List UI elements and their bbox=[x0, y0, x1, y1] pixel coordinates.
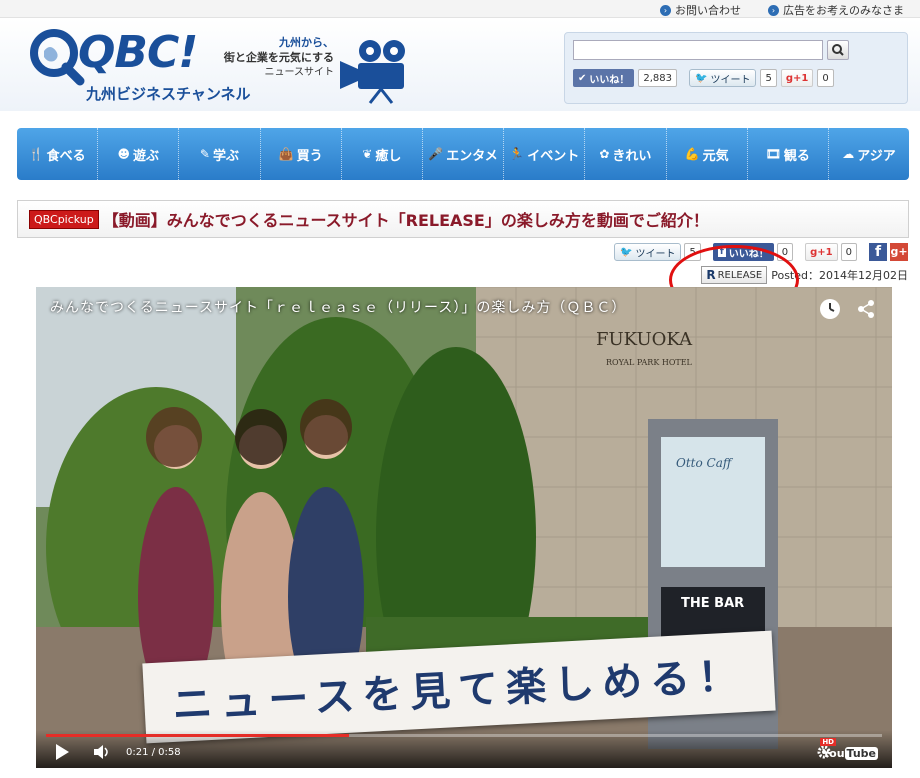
logo-text: QBC! bbox=[78, 27, 198, 78]
site-header: QBC! 九州ビジネスチャンネル 九州から、 街と企業を元気にする ニュースサイ… bbox=[0, 19, 920, 111]
main-nav: 🍴 食べる ☻ 遊ぶ ✎ 学ぶ 👜 買う ❦ 癒し 🎤 エンタメ 🏃 イベント ✿ きれい 💪 元気 🎞 観る ☁ アジア bbox=[17, 128, 909, 180]
nav-relax-label: 癒し bbox=[375, 148, 402, 164]
article-tweet-button[interactable]: 🐦 ツイート bbox=[614, 243, 682, 261]
nav-learn[interactable]: ✎ 学ぶ bbox=[179, 128, 261, 180]
nav-beauty-label: きれい bbox=[612, 148, 652, 164]
search-input[interactable] bbox=[573, 40, 823, 60]
tweet-button[interactable]: 🐦 ツイート bbox=[689, 69, 757, 87]
cafe-sign-text: Otto Caff bbox=[676, 456, 734, 470]
video-time: 0:21 / 0:58 bbox=[126, 747, 181, 758]
youtube-logo[interactable]: You Tube bbox=[822, 747, 878, 760]
nav-beauty[interactable]: ✿ きれい bbox=[585, 128, 667, 180]
nav-learn-icon: ✎ bbox=[199, 147, 210, 161]
nav-event-icon: 🏃 bbox=[509, 147, 525, 161]
nav-entertain-label: エンタメ bbox=[446, 148, 498, 164]
nav-buy-icon: 👜 bbox=[278, 147, 294, 161]
video-player[interactable]: FUKUOKA ROYAL PARK HOTEL Otto Caff THE B… bbox=[36, 287, 892, 768]
nav-event[interactable]: 🏃 イベント bbox=[504, 128, 586, 180]
article-gplus-count: 0 bbox=[840, 243, 857, 261]
nav-entertain-icon: 🎤 bbox=[428, 147, 444, 161]
nav-energy[interactable]: 💪 元気 bbox=[667, 128, 748, 180]
hotel-sign-subtext: ROYAL PARK HOTEL bbox=[606, 358, 693, 367]
arrow-circle-icon: › bbox=[660, 4, 671, 16]
contact-link[interactable]: › お問い合わせ bbox=[660, 2, 741, 18]
nav-play[interactable]: ☻ 遊ぶ bbox=[98, 128, 180, 180]
facebook-like-button[interactable]: ✔ いいね！ bbox=[573, 69, 635, 87]
logo-subtitle: 九州ビジネスチャンネル bbox=[86, 85, 251, 103]
hd-badge: HD bbox=[820, 738, 836, 746]
article-title: 【動画】みんなでつくるニュースサイト「RELEASE」の楽しみ方を動画でご紹介！ bbox=[102, 211, 709, 230]
bar-sign-text: THE BAR bbox=[681, 596, 744, 611]
like-count: 2,883 bbox=[638, 69, 678, 87]
nav-play-icon: ☻ bbox=[117, 147, 131, 161]
video-progress-bar[interactable] bbox=[46, 734, 882, 737]
nav-learn-label: 学ぶ bbox=[212, 148, 239, 164]
thumbs-up-icon: ✔ bbox=[578, 72, 587, 84]
nav-asia-icon: ☁ bbox=[842, 147, 855, 161]
nav-asia[interactable]: ☁ アジア bbox=[829, 128, 909, 180]
play-icon[interactable] bbox=[56, 744, 69, 760]
nav-watch-label: 観る bbox=[783, 148, 810, 164]
advertise-link[interactable]: › 広告をお考えのみなさま bbox=[768, 2, 904, 18]
gplus-count: 0 bbox=[817, 69, 834, 87]
nav-buy[interactable]: 👜 買う bbox=[261, 128, 342, 180]
pickup-badge: QBCpickup bbox=[29, 209, 99, 229]
volume-icon[interactable] bbox=[94, 745, 112, 759]
nav-eat-icon: 🍴 bbox=[28, 147, 44, 161]
nav-buy-label: 買う bbox=[296, 148, 323, 164]
nav-eat[interactable]: 🍴 食べる bbox=[17, 128, 99, 180]
nav-beauty-icon: ✿ bbox=[599, 147, 610, 161]
nav-watch-icon: 🎞 bbox=[765, 147, 781, 161]
header-social-buttons: ✔ いいね！ 2,883 🐦 ツイート 5 g+1 0 bbox=[573, 69, 834, 87]
facebook-share-icon[interactable]: f bbox=[869, 243, 887, 261]
gplus-button[interactable]: g+1 bbox=[780, 69, 814, 87]
watch-later-icon[interactable] bbox=[820, 299, 840, 319]
gplus-share-icon[interactable]: g+ bbox=[890, 243, 908, 261]
utility-bar: › お問い合わせ › 広告をお考えのみなさま bbox=[0, 0, 920, 18]
nav-event-label: イベント bbox=[527, 148, 580, 164]
twitter-bird-icon: 🐦 bbox=[695, 72, 708, 84]
search-icon bbox=[832, 44, 844, 56]
search-panel: ✔ いいね！ 2,883 🐦 ツイート 5 g+1 0 bbox=[564, 32, 908, 104]
site-logo[interactable]: QBC! 九州ビジネスチャンネル 九州から、 街と企業を元気にする ニュースサイ… bbox=[26, 27, 426, 107]
nav-energy-icon: 💪 bbox=[684, 147, 700, 161]
nav-relax[interactable]: ❦ 癒し bbox=[342, 128, 423, 180]
tweet-count: 5 bbox=[760, 69, 777, 87]
article-header: QBCpickup 【動画】みんなでつくるニュースサイト「RELEASE」の楽し… bbox=[17, 200, 909, 238]
video-title[interactable]: みんなでつくるニュースサイト「ｒｅｌｅａｓｅ（リリース）」の楽しみ方（ＱＢＣ） bbox=[50, 297, 626, 317]
hotel-sign-text: FUKUOKA bbox=[596, 329, 693, 350]
nav-watch[interactable]: 🎞 観る bbox=[748, 128, 829, 180]
nav-entertain[interactable]: 🎤 エンタメ bbox=[423, 128, 505, 180]
movie-camera-icon bbox=[340, 40, 405, 104]
share-icon[interactable] bbox=[856, 299, 876, 319]
nav-eat-label: 食べる bbox=[46, 148, 86, 164]
nav-energy-label: 元気 bbox=[702, 148, 729, 164]
nav-play-label: 遊ぶ bbox=[133, 148, 160, 164]
search-button[interactable] bbox=[827, 40, 849, 60]
twitter-bird-icon: 🐦 bbox=[620, 246, 633, 258]
tagline: 九州から、 街と企業を元気にする ニュースサイト bbox=[223, 36, 334, 78]
nav-relax-icon: ❦ bbox=[362, 147, 373, 161]
video-progress-fill bbox=[46, 734, 349, 737]
nav-asia-label: アジア bbox=[857, 148, 896, 164]
article-gplus-button[interactable]: g+1 bbox=[805, 243, 838, 261]
arrow-circle-icon: › bbox=[768, 4, 779, 16]
